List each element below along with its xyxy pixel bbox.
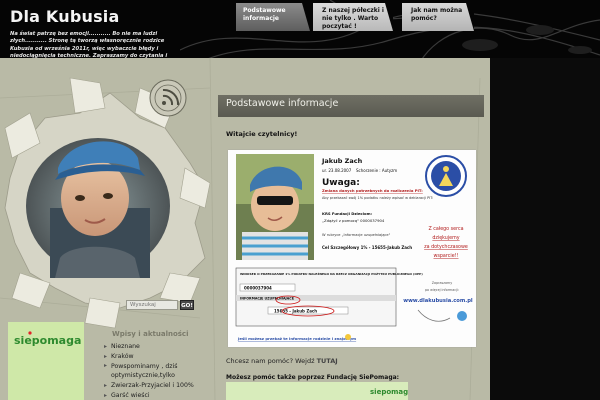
news-list: Nieznane Kraków Powspominamy , dziś opty…: [104, 342, 196, 400]
flyer-thanks-4: wsparcie!!: [433, 253, 458, 259]
page-title: Podstawowe informacje: [226, 98, 339, 109]
siepomaga-widget[interactable]: siepomaga: [8, 322, 84, 400]
flyer-invite: Zapraszamy: [432, 281, 452, 285]
help-question: Chcesz nam pomóc? Wejdź TUTAJ: [226, 357, 338, 365]
flyer-info: W rubryce „Informacje uzupełniające": [322, 233, 391, 237]
nav-tab-how-to-help[interactable]: Jak nam można pomóc?: [402, 3, 474, 31]
nav-tab-label: Z naszej półeczki i nie tylko . Warto po…: [322, 7, 384, 30]
siepomaga-logo: siepomaga: [370, 388, 413, 396]
flyer-invite-2: po więcej informacji:: [425, 288, 459, 292]
site-title[interactable]: Dla Kubusia: [10, 7, 120, 26]
search-input[interactable]: [126, 300, 178, 310]
boy-photo: [50, 141, 150, 278]
news-item[interactable]: Nieznane: [104, 342, 196, 352]
flyer-thanks-1: Z całego serca: [428, 226, 463, 232]
flyer-thanks-2: dziękujemy: [432, 235, 459, 241]
site-header: Dla Kubusia Na świat patrzę bez emocji..…: [0, 0, 600, 62]
flyer-bottom-note: Jeśli możesz przekaż te informacje rodzi…: [237, 336, 356, 341]
help-question-text: Chcesz nam pomóc? Wejdź: [226, 357, 315, 365]
news-item[interactable]: Zwierzak-Przyjaciel i 100%: [104, 381, 196, 391]
flyer-uwaga-sub: Zmiana danych potrzebnych do rozliczenia…: [322, 188, 423, 193]
siepomaga-logo: siepomaga: [14, 331, 81, 347]
form-child: 15655 - Jakub Zach: [274, 309, 317, 314]
flyer-thanks-3: za dotychczasowe: [424, 244, 468, 250]
flyer-dob: ur. 23.08.2007: [322, 168, 352, 173]
nav-tab-reading[interactable]: Z naszej półeczki i nie tylko . Warto po…: [313, 3, 393, 31]
flyer-condition: Schorzenie : Autyzm: [356, 168, 397, 173]
flyer-text1: Aby przekazać swój 1% podatku należy wpi…: [322, 196, 433, 200]
form-title: WNIOSEK O PRZEKAZANIE 1% PODATKU NALEŻNE…: [240, 271, 423, 276]
news-item[interactable]: Kraków: [104, 352, 196, 362]
search-button[interactable]: GO!: [180, 300, 194, 310]
flyer-krs: KRS Fundacji Dzieciom:: [322, 211, 373, 216]
siepomaga-banner[interactable]: siepomaga: [226, 382, 413, 400]
form-sub: INFORMACJE UZUPEŁNIAJĄCE: [240, 297, 295, 301]
nav-tab-basic-info[interactable]: Podstawowe informacje: [236, 3, 310, 31]
nav-tab-label: Podstawowe informacje: [243, 7, 286, 22]
form-krs: 0000037904: [244, 286, 272, 291]
page-right-margin: [490, 58, 600, 400]
news-item[interactable]: Powspominamy , dziś optymistycznie,tylko: [104, 362, 196, 381]
flyer-graphic: Jakub Zach ur. 23.08.2007 Schorzenie : A…: [235, 154, 473, 341]
donation-flyer[interactable]: Jakub Zach ur. 23.08.2007 Schorzenie : A…: [228, 150, 476, 347]
flyer-cel: Cel Szczegółowy 1% - 15655-Jakub Zach: [322, 245, 412, 250]
siepomaga-logo-text: siepomaga: [14, 334, 81, 347]
welcome-text: Witajcie czytelnicy!: [226, 130, 298, 138]
stamp-decoration: [149, 79, 187, 117]
flyer-website: www.dlakubusia.com.pl: [403, 298, 473, 304]
news-item[interactable]: Garść wieści: [104, 391, 196, 400]
flyer-uwaga: Uwaga:: [322, 178, 360, 188]
flyer-krs-num: „Zdążyć z pomocą" 0000037904: [322, 218, 385, 223]
siepomaga-logo-text: siepomaga: [370, 388, 408, 396]
nav-tab-label: Jak nam można pomóc?: [411, 7, 463, 22]
help-link[interactable]: TUTAJ: [317, 357, 338, 365]
news-section-title: Wpisy i aktualności: [112, 330, 189, 338]
siepomaga-prompt: Możesz pomóc także poprzez Fundację SieP…: [226, 374, 400, 381]
flyer-name: Jakub Zach: [321, 157, 363, 165]
